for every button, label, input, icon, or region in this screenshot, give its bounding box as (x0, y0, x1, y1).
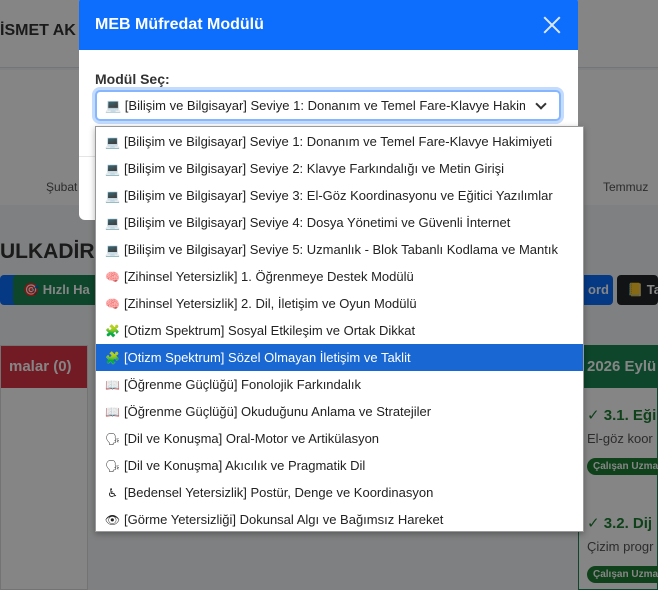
option-item[interactable]: 🧠 [Zihinsel Yetersizlik] 2. Dil, İletişim… (96, 290, 583, 317)
book-icon: 📖 (105, 377, 120, 392)
speaking-head-icon: 🗣 (104, 458, 121, 473)
option-item[interactable]: 📖 [Öğrenme Güçlüğü] Fonolojik Farkındalık (96, 371, 583, 398)
option-label: [Zihinsel Yetersizlik] 2. Dil, İletişim … (124, 296, 417, 311)
wheelchair-icon: ♿ (107, 485, 118, 500)
option-item-selected[interactable]: 🧩 [Otizm Spektrum] Sözel Olmayan İletişim… (96, 344, 583, 371)
option-item[interactable]: 🗣 [Dil ve Konuşma] Oral-Motor ve Artiküla… (96, 425, 583, 452)
option-label: [Bedensel Yetersizlik] Postür, Denge ve … (124, 485, 434, 500)
option-item[interactable]: 🧠 [Zihinsel Yetersizlik] 1. Öğrenmeye Des… (96, 263, 583, 290)
option-label: [Dil ve Konuşma] Akıcılık ve Pragmatik D… (124, 458, 366, 473)
option-label: [Bilişim ve Bilgisayar] Seviye 4: Dosya … (124, 215, 511, 230)
option-label: [Dil ve Konuşma] Oral-Motor ve Artikülas… (124, 431, 380, 446)
option-label: [Zihinsel Yetersizlik] 1. Öğrenmeye Dest… (124, 269, 414, 284)
option-item[interactable]: 🗣 [Dil ve Konuşma] Akıcılık ve Pragmatik … (96, 452, 583, 479)
option-item[interactable]: 🧩 [Otizm Spektrum] Sosyal Etkileşim ve Or… (96, 317, 583, 344)
speaking-head-icon: 🗣 (104, 431, 121, 446)
option-label: [Bilişim ve Bilgisayar] Seviye 5: Uzmanl… (124, 242, 558, 257)
option-item[interactable]: 💻 [Bilişim ve Bilgisayar] Seviye 5: Uzman… (96, 236, 583, 263)
chevron-down-icon (535, 98, 547, 110)
computer-icon: 💻 (105, 215, 120, 230)
puzzle-icon: 🧩 (105, 323, 120, 338)
option-label: [Otizm Spektrum] Sözel Olmayan İletişim … (124, 350, 411, 365)
computer-icon: 💻 (105, 134, 120, 149)
option-label: [Öğrenme Güçlüğü] Okuduğunu Anlama ve St… (124, 404, 432, 419)
puzzle-icon: 🧩 (105, 350, 120, 365)
computer-icon: 💻 (105, 161, 120, 176)
computer-icon: 💻 (105, 242, 120, 257)
eye-icon: 👁 (104, 512, 121, 527)
option-label: [Otizm Spektrum] Sosyal Etkileşim ve Ort… (124, 323, 416, 338)
option-item[interactable]: 💻 [Bilişim ve Bilgisayar] Seviye 4: Dosya… (96, 209, 583, 236)
book-icon: 📖 (105, 404, 120, 419)
option-label: [Bilişim ve Bilgisayar] Seviye 1: Donanı… (124, 134, 553, 149)
close-icon[interactable] (542, 15, 562, 35)
brain-icon: 🧠 (105, 296, 120, 311)
option-item[interactable]: 💻 [Bilişim ve Bilgisayar] Seviye 2: Klavy… (96, 155, 583, 182)
computer-icon: 💻 (105, 188, 120, 203)
module-select-label: Modül Seç: (95, 71, 170, 87)
option-item[interactable]: 💻 [Bilişim ve Bilgisayar] Seviye 1: Donan… (96, 128, 583, 155)
module-select-value: 💻 [Bilişim ve Bilgisayar] Seviye 1: Dona… (105, 97, 525, 113)
modal-header: MEB Müfredat Modülü (79, 0, 578, 50)
option-label: [Görme Yetersizliği] Dokunsal Algı ve Ba… (124, 512, 444, 527)
option-item[interactable]: 💻 [Bilişim ve Bilgisayar] Seviye 3: El-Gö… (96, 182, 583, 209)
module-options-list: 💻 [Bilişim ve Bilgisayar] Seviye 1: Donan… (95, 126, 584, 532)
option-label: [Bilişim ve Bilgisayar] Seviye 3: El-Göz… (124, 188, 553, 203)
module-select[interactable]: 💻 [Bilişim ve Bilgisayar] Seviye 1: Dona… (95, 90, 561, 121)
option-item[interactable]: 📖 [Öğrenme Güçlüğü] Okuduğunu Anlama ve S… (96, 398, 583, 425)
option-label: [Bilişim ve Bilgisayar] Seviye 2: Klavye… (124, 161, 505, 176)
modal-title: MEB Müfredat Modülü (95, 16, 264, 33)
option-item[interactable]: ♿ [Bedensel Yetersizlik] Postür, Denge ve… (96, 479, 583, 506)
option-label: [Öğrenme Güçlüğü] Fonolojik Farkındalık (124, 377, 361, 392)
option-item[interactable]: 👁 [Görme Yetersizliği] Dokunsal Algı ve B… (96, 506, 583, 531)
brain-icon: 🧠 (105, 269, 120, 284)
